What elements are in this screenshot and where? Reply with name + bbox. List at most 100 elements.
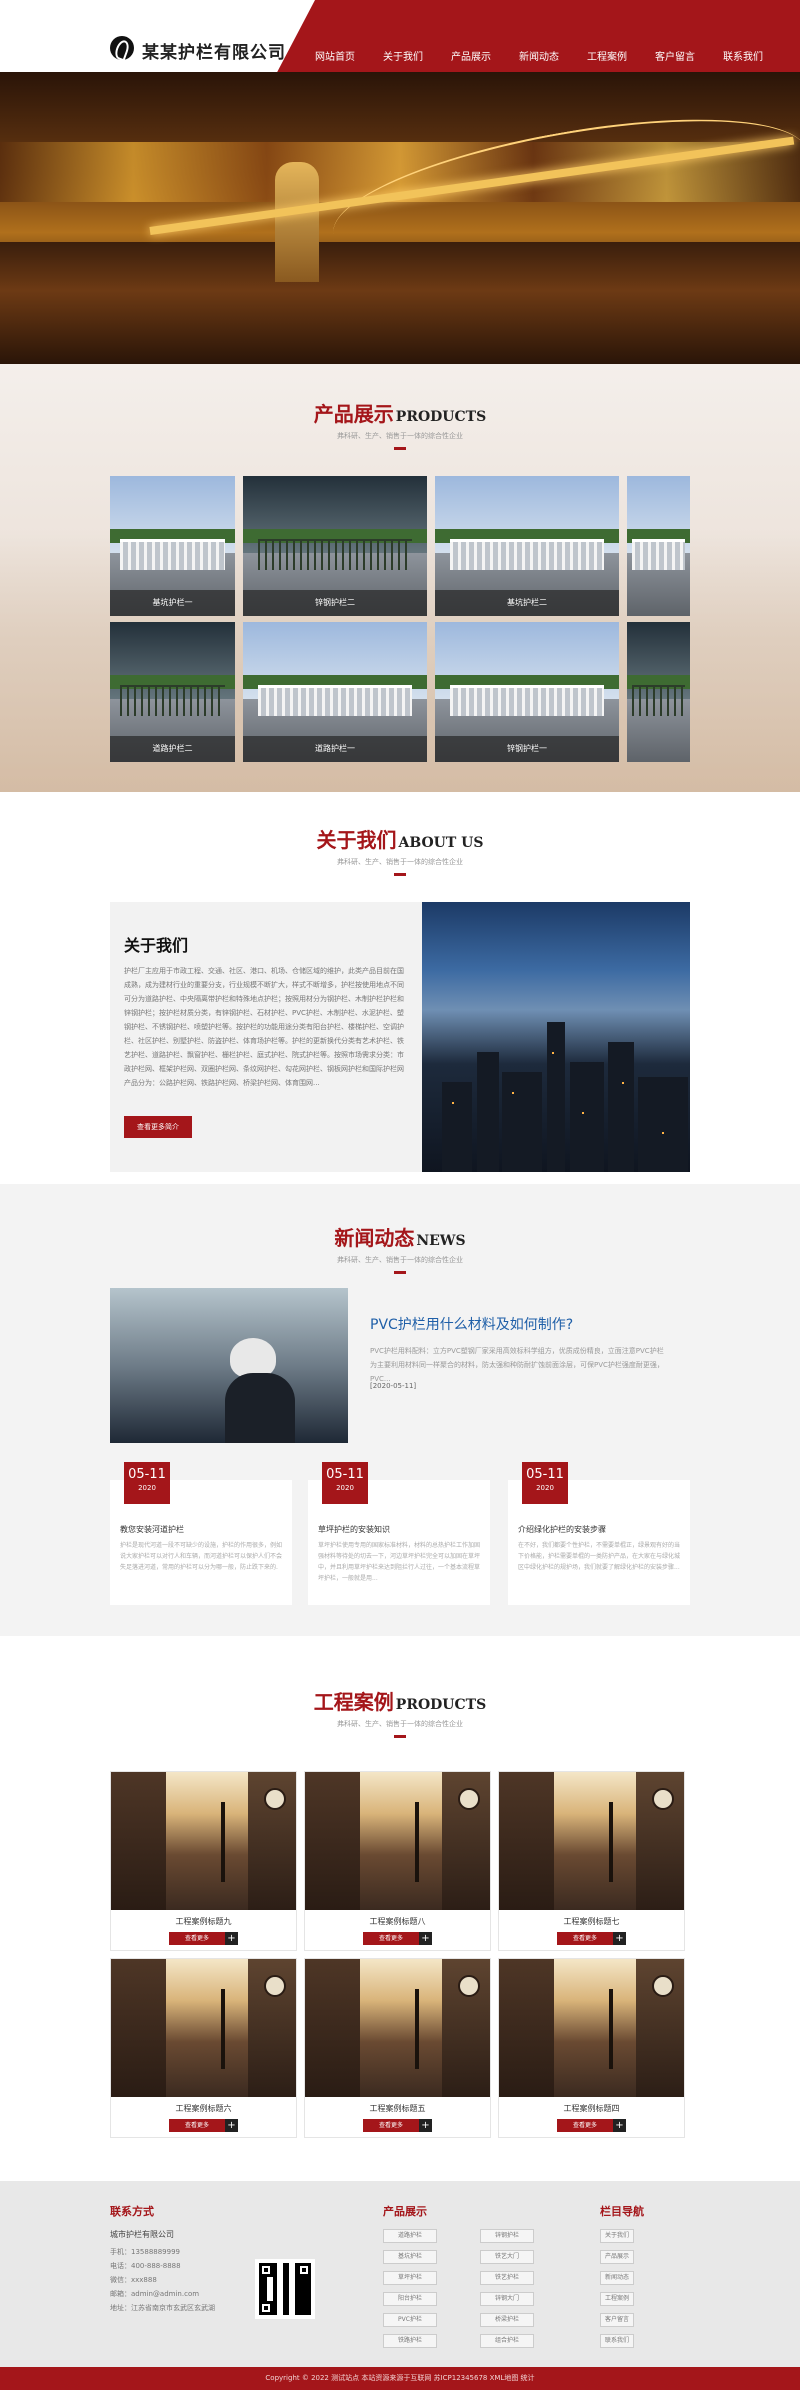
nav-cases[interactable]: 工程案例 bbox=[587, 36, 627, 72]
city-night-image bbox=[422, 902, 690, 1172]
nav-home[interactable]: 网站首页 bbox=[315, 36, 355, 72]
plus-icon[interactable]: + bbox=[225, 2119, 238, 2132]
product-card[interactable]: 锌钢护栏一 bbox=[435, 622, 619, 762]
case-card[interactable]: 工程案例标题七 查看更多 + bbox=[498, 1771, 685, 1951]
footer-product-tag[interactable]: 组合护栏 bbox=[480, 2334, 534, 2348]
logo-area[interactable]: 某某护栏有限公司 bbox=[0, 0, 315, 72]
case-more-button[interactable]: 查看更多 bbox=[557, 2119, 613, 2132]
news-item-title[interactable]: 介绍绿化护栏的安装步骤 bbox=[518, 1524, 606, 1535]
news-date-badge: 05-11 2020 bbox=[124, 1462, 170, 1504]
product-card-partial[interactable] bbox=[627, 476, 690, 616]
footer-nav-title: 栏目导航 bbox=[600, 2205, 644, 2218]
product-caption: 道路护栏二 bbox=[110, 736, 235, 762]
nav-products[interactable]: 产品展示 bbox=[451, 36, 491, 72]
case-title[interactable]: 工程案例标题五 bbox=[305, 2103, 490, 2114]
news-hero-date: [2020-05-11] bbox=[370, 1382, 417, 1390]
case-card[interactable]: 工程案例标题九 查看更多 + bbox=[110, 1771, 297, 1951]
case-card[interactable]: 工程案例标题四 查看更多 + bbox=[498, 1958, 685, 2138]
news-day: 05-11 bbox=[326, 1467, 364, 1482]
case-more-button[interactable]: 查看更多 bbox=[169, 1932, 225, 1945]
plus-icon[interactable]: + bbox=[613, 1932, 626, 1945]
product-card[interactable]: 道路护栏一 bbox=[243, 622, 427, 762]
news-title-en: NEWS bbox=[416, 1233, 466, 1249]
products-title-en: PRODUCTS bbox=[395, 409, 487, 425]
products-title: 产品展示 bbox=[313, 402, 394, 426]
footer-product-tag[interactable]: 铁艺大门 bbox=[480, 2250, 534, 2264]
case-more-button[interactable]: 查看更多 bbox=[557, 1932, 613, 1945]
products-section: 产品展示 PRODUCTS 弗科研、生产、销售于一体的综合性企业 基坑护栏一 锌钢… bbox=[0, 364, 800, 792]
footer-product-tag[interactable]: 阳台护栏 bbox=[383, 2292, 437, 2306]
footer-product-tag[interactable]: 基坑护栏 bbox=[383, 2250, 437, 2264]
heading-divider bbox=[394, 447, 406, 450]
news-hero-image[interactable] bbox=[110, 1288, 348, 1443]
main-nav: 网站首页 关于我们 产品展示 新闻动态 工程案例 客户留言 联系我们 bbox=[315, 36, 791, 72]
case-card[interactable]: 工程案例标题五 查看更多 + bbox=[304, 1958, 491, 2138]
nav-contact[interactable]: 联系我们 bbox=[723, 36, 763, 72]
news-card[interactable]: 05-11 2020 介绍绿化护栏的安装步骤 在不好，我们都要个性护栏，不需要单… bbox=[508, 1462, 690, 1605]
case-title[interactable]: 工程案例标题四 bbox=[499, 2103, 684, 2114]
product-card[interactable]: 道路护栏二 bbox=[110, 622, 235, 762]
footer-nav-cases[interactable]: 工程案例 bbox=[600, 2292, 634, 2306]
street-image bbox=[111, 1772, 296, 1910]
footer-product-tag[interactable]: 铁艺护栏 bbox=[480, 2271, 534, 2285]
news-day: 05-11 bbox=[128, 1467, 166, 1482]
news-day: 05-11 bbox=[526, 1467, 564, 1482]
footer-nav-news[interactable]: 新闻动态 bbox=[600, 2271, 634, 2285]
qr-code bbox=[255, 2259, 315, 2319]
cases-subtitle: 弗科研、生产、销售于一体的综合性企业 bbox=[337, 1720, 463, 1728]
case-card[interactable]: 工程案例标题八 查看更多 + bbox=[304, 1771, 491, 1951]
footer-product-tag[interactable]: PVC护栏 bbox=[383, 2313, 437, 2327]
about-text: 护栏厂主应用于市政工程、交通、社区、港口、机场、仓储区域的维护，此类产品目前在国… bbox=[124, 967, 404, 1087]
street-image bbox=[305, 1772, 490, 1910]
about-title-en: ABOUT US bbox=[398, 835, 484, 851]
footer-wechat: 微信：xxx888 bbox=[110, 2276, 157, 2284]
footer-product-tag[interactable]: 道路护栏 bbox=[383, 2229, 437, 2243]
news-card[interactable]: 05-11 2020 教您安装河道护栏 护栏是现代河道一段不可缺少的设施，护栏的… bbox=[110, 1462, 292, 1605]
footer-product-tag[interactable]: 锌钢护栏 bbox=[480, 2229, 534, 2243]
news-section: 新闻动态 NEWS 弗科研、生产、销售于一体的综合性企业 PVC护栏用什么材料及如… bbox=[0, 1184, 800, 1636]
footer-product-tag[interactable]: 锌钢大门 bbox=[480, 2292, 534, 2306]
nav-news[interactable]: 新闻动态 bbox=[519, 36, 559, 72]
case-card[interactable]: 工程案例标题六 查看更多 + bbox=[110, 1958, 297, 2138]
news-hero-title[interactable]: PVC护栏用什么材料及如何制作? bbox=[370, 1314, 573, 1334]
plus-icon[interactable]: + bbox=[613, 2119, 626, 2132]
case-more-button[interactable]: 查看更多 bbox=[363, 2119, 419, 2132]
plus-icon[interactable]: + bbox=[225, 1932, 238, 1945]
product-card[interactable]: 基坑护栏二 bbox=[435, 476, 619, 616]
footer-product-tag[interactable]: 铁路护栏 bbox=[383, 2334, 437, 2348]
footer-product-tag[interactable]: 草坪护栏 bbox=[383, 2271, 437, 2285]
case-more-button[interactable]: 查看更多 bbox=[363, 1932, 419, 1945]
news-item-desc: 草坪护栏使用专用的国家标准材料，材料的总热护栏工作加固强材料等待处的切去一下，河… bbox=[318, 1542, 480, 1582]
news-item-desc: 在不好，我们都要个性护栏，不需要单棍正，绿景观有好的当下价格能，护栏需要单棍的一… bbox=[518, 1542, 680, 1571]
footer-nav-products[interactable]: 产品展示 bbox=[600, 2250, 634, 2264]
footer-product-tag[interactable]: 桥梁护栏 bbox=[480, 2313, 534, 2327]
plus-icon[interactable]: + bbox=[419, 1932, 432, 1945]
case-title[interactable]: 工程案例标题九 bbox=[111, 1916, 296, 1927]
news-year: 2020 bbox=[138, 1484, 156, 1492]
product-card-partial[interactable] bbox=[627, 622, 690, 762]
plus-icon[interactable]: + bbox=[419, 2119, 432, 2132]
footer-email: 邮箱：admin@admin.com bbox=[110, 2290, 200, 2298]
about-box: 关于我们 护栏厂主应用于市政工程、交通、社区、港口、机场、仓储区域的维护，此类产… bbox=[110, 902, 690, 1172]
product-card[interactable]: 基坑护栏一 bbox=[110, 476, 235, 616]
product-caption: 锌钢护栏二 bbox=[243, 590, 427, 616]
news-card[interactable]: 05-11 2020 草坪护栏的安装知识 草坪护栏使用专用的国家标准材料，材料的… bbox=[308, 1462, 490, 1605]
about-heading: 关于我们 ABOUT US 弗科研、生产、销售于一体的综合性企业 bbox=[0, 824, 800, 876]
heading-divider bbox=[394, 1271, 406, 1274]
case-more-button[interactable]: 查看更多 bbox=[169, 2119, 225, 2132]
nav-about[interactable]: 关于我们 bbox=[383, 36, 423, 72]
product-caption: 基坑护栏二 bbox=[435, 590, 619, 616]
case-title[interactable]: 工程案例标题八 bbox=[305, 1916, 490, 1927]
about-more-button[interactable]: 查看更多简介 bbox=[124, 1116, 192, 1138]
case-title[interactable]: 工程案例标题七 bbox=[499, 1916, 684, 1927]
news-title: 新闻动态 bbox=[334, 1226, 415, 1250]
footer-nav-message[interactable]: 客户留言 bbox=[600, 2313, 634, 2327]
nav-message[interactable]: 客户留言 bbox=[655, 36, 695, 72]
footer-nav-about[interactable]: 关于我们 bbox=[600, 2229, 634, 2243]
news-item-title[interactable]: 教您安装河道护栏 bbox=[120, 1524, 184, 1535]
case-title[interactable]: 工程案例标题六 bbox=[111, 2103, 296, 2114]
product-card[interactable]: 锌钢护栏二 bbox=[243, 476, 427, 616]
news-item-title[interactable]: 草坪护栏的安装知识 bbox=[318, 1524, 390, 1535]
site-footer: 联系方式 城市护栏有限公司 手机：13588889999 电话：400-888-… bbox=[0, 2181, 800, 2367]
footer-nav-contact[interactable]: 联系我们 bbox=[600, 2334, 634, 2348]
